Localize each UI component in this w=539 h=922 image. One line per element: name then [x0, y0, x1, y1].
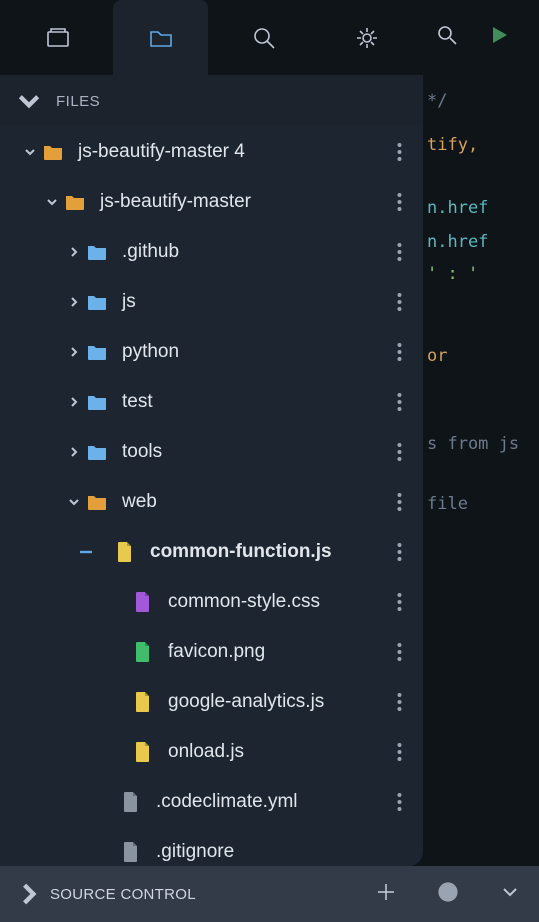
- plus-icon: [375, 881, 397, 903]
- more-options-button[interactable]: [385, 642, 413, 662]
- source-add-button[interactable]: [375, 881, 397, 908]
- tab-tabs[interactable]: [10, 0, 105, 75]
- folder-icon: [86, 444, 108, 460]
- folder-icon: [86, 394, 108, 410]
- tree-item-label: js-beautify-master: [100, 191, 251, 213]
- file-icon: [132, 642, 154, 662]
- disclosure-toggle[interactable]: [40, 195, 64, 209]
- file-icon: [120, 842, 142, 862]
- source-control-header[interactable]: SOURCE CONTROL: [0, 866, 539, 922]
- tree-item-label: tools: [122, 441, 162, 463]
- tree-item[interactable]: .gitignore: [0, 827, 423, 866]
- tree-item[interactable]: js: [0, 277, 423, 327]
- chevron-down-icon: [499, 881, 521, 903]
- disclosure-toggle[interactable]: [18, 145, 42, 159]
- disclosure-toggle[interactable]: [62, 395, 86, 409]
- more-options-button[interactable]: [385, 142, 413, 162]
- dot-icon: [437, 881, 459, 903]
- editor-preview: */ tify, n.href n.href ' : ' or s from j…: [423, 75, 539, 866]
- more-options-button[interactable]: [385, 292, 413, 312]
- tree-item[interactable]: .github: [0, 227, 423, 277]
- tree-item[interactable]: common-function.js: [0, 527, 423, 577]
- file-icon: [132, 742, 154, 762]
- tree-item-label: common-style.css: [168, 591, 320, 613]
- more-options-button[interactable]: [385, 492, 413, 512]
- global-search-button[interactable]: [435, 23, 459, 52]
- tab-files[interactable]: [113, 0, 208, 75]
- folder-icon: [42, 144, 64, 160]
- play-icon: [487, 23, 511, 47]
- tree-item[interactable]: test: [0, 377, 423, 427]
- tree-item[interactable]: google-analytics.js: [0, 677, 423, 727]
- disclosure-toggle[interactable]: [62, 295, 86, 309]
- tree-item[interactable]: python: [0, 327, 423, 377]
- tree-item[interactable]: common-style.css: [0, 577, 423, 627]
- tree-item-label: .gitignore: [156, 841, 234, 863]
- disclosure-toggle[interactable]: [62, 245, 86, 259]
- tree-item-label: .codeclimate.yml: [156, 791, 298, 813]
- folder-icon: [86, 244, 108, 260]
- more-options-button[interactable]: [385, 442, 413, 462]
- disclosure-toggle[interactable]: [62, 445, 86, 459]
- tree-item[interactable]: js-beautify-master: [0, 177, 423, 227]
- tree-item[interactable]: js-beautify-master 4: [0, 127, 423, 177]
- more-options-button[interactable]: [385, 192, 413, 212]
- disclosure-toggle[interactable]: [62, 495, 86, 509]
- source-dot-indicator: [437, 881, 459, 908]
- folder-icon: [64, 194, 86, 210]
- more-options-button[interactable]: [385, 342, 413, 362]
- more-options-button[interactable]: [385, 392, 413, 412]
- tree-item-label: google-analytics.js: [168, 691, 324, 713]
- tree-item-label: js-beautify-master 4: [78, 141, 245, 163]
- tree-item-label: onload.js: [168, 741, 244, 763]
- folder-icon: [86, 294, 108, 310]
- tree-item-label: .github: [122, 241, 179, 263]
- tree-item-label: js: [122, 291, 136, 313]
- more-options-button[interactable]: [385, 242, 413, 262]
- tree-item[interactable]: favicon.png: [0, 627, 423, 677]
- tab-settings[interactable]: [319, 0, 414, 75]
- chevron-right-icon: [18, 883, 40, 905]
- tree-item[interactable]: onload.js: [0, 727, 423, 777]
- more-options-button[interactable]: [385, 742, 413, 762]
- more-options-button[interactable]: [385, 792, 413, 812]
- tree-item-label: web: [122, 491, 157, 513]
- file-icon: [114, 542, 136, 562]
- file-icon: [132, 692, 154, 712]
- tree-item-label: common-function.js: [150, 541, 332, 563]
- folder-icon: [86, 344, 108, 360]
- tab-search[interactable]: [216, 0, 311, 75]
- run-button[interactable]: [487, 23, 511, 52]
- gear-icon: [353, 24, 381, 52]
- top-tabbar: [0, 0, 539, 75]
- search-icon: [435, 23, 459, 47]
- folder-icon: [86, 494, 108, 510]
- disclosure-toggle[interactable]: [62, 345, 86, 359]
- file-tree: js-beautify-master 4 js-beautify-master .g…: [0, 127, 423, 866]
- more-options-button[interactable]: [385, 692, 413, 712]
- chevron-down-icon: [16, 88, 42, 114]
- more-options-button[interactable]: [385, 592, 413, 612]
- modified-indicator[interactable]: [74, 545, 98, 559]
- tree-item-label: python: [122, 341, 179, 363]
- tree-item-label: test: [122, 391, 153, 413]
- more-options-button[interactable]: [385, 542, 413, 562]
- file-icon: [132, 592, 154, 612]
- search-icon: [250, 24, 278, 52]
- tree-item[interactable]: tools: [0, 427, 423, 477]
- tabs-icon: [44, 24, 72, 52]
- source-dropdown[interactable]: [499, 881, 521, 908]
- folder-icon: [147, 24, 175, 52]
- tree-item-label: favicon.png: [168, 641, 265, 663]
- files-section-title: FILES: [56, 93, 419, 110]
- source-control-title: SOURCE CONTROL: [50, 886, 375, 903]
- tree-item[interactable]: web: [0, 477, 423, 527]
- tree-item[interactable]: .codeclimate.yml: [0, 777, 423, 827]
- file-icon: [120, 792, 142, 812]
